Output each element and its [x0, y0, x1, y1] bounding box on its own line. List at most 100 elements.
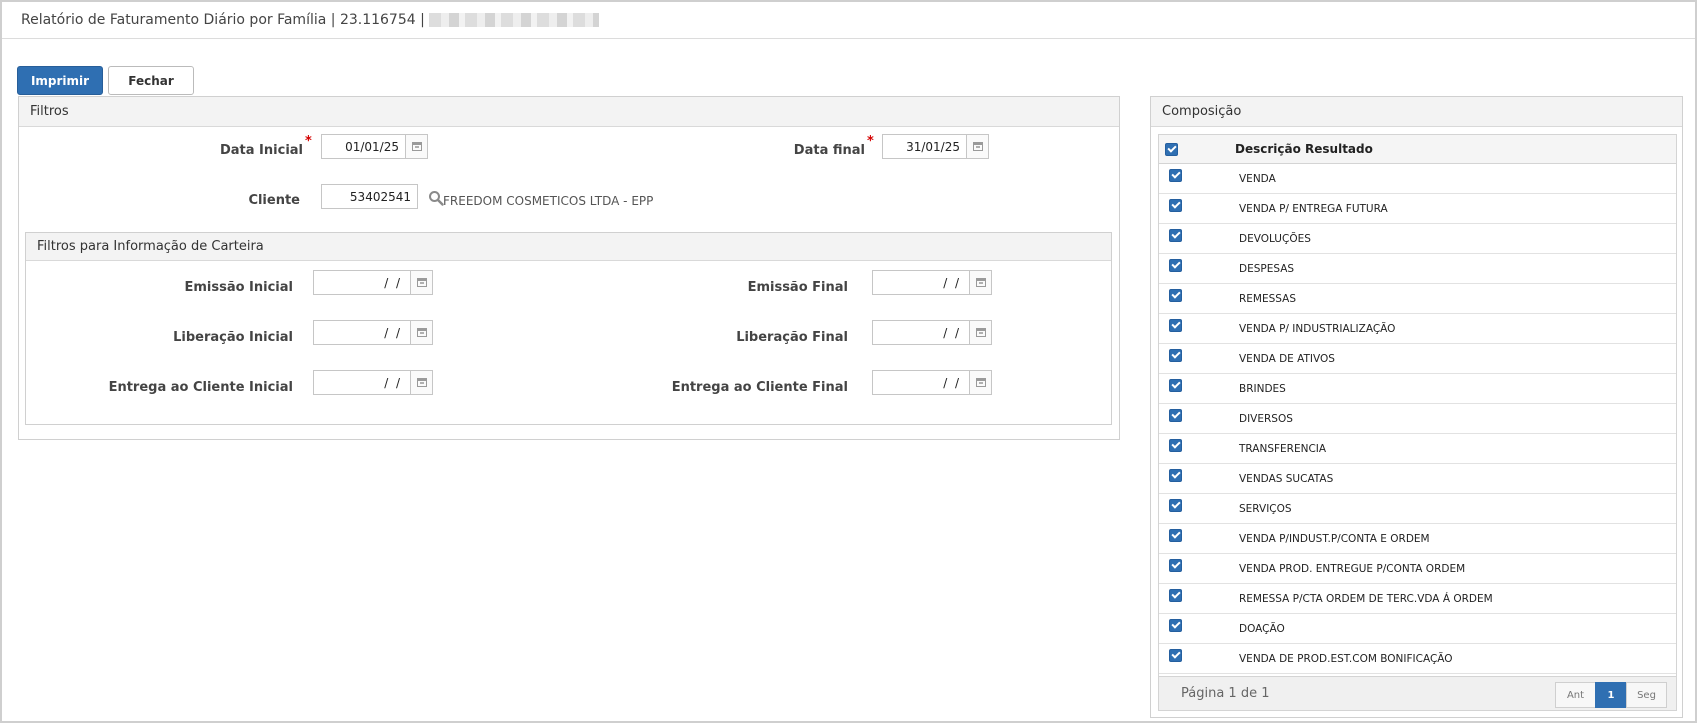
- close-button[interactable]: Fechar: [108, 66, 194, 95]
- row-checkbox[interactable]: [1169, 229, 1182, 242]
- emissao-inicial-field[interactable]: [313, 270, 433, 295]
- row-label: DOAÇÃO: [1239, 622, 1285, 635]
- table-row[interactable]: VENDA P/ ENTREGA FUTURA: [1159, 194, 1676, 224]
- window-title: Relatório de Faturamento Diário por Famí…: [21, 12, 425, 28]
- cliente-field[interactable]: [321, 184, 418, 209]
- row-checkbox[interactable]: [1169, 349, 1182, 362]
- row-label: VENDA PROD. ENTREGUE P/CONTA ORDEM: [1239, 562, 1466, 575]
- cliente-name: FREEDOM COSMETICOS LTDA - EPP: [443, 194, 654, 208]
- table-row[interactable]: VENDA PROD. ENTREGUE P/CONTA ORDEM: [1159, 554, 1676, 584]
- emissao-final-field[interactable]: [872, 270, 992, 295]
- next-page-button[interactable]: Seg: [1626, 682, 1667, 708]
- row-checkbox[interactable]: [1169, 589, 1182, 602]
- row-label: REMESSA P/CTA ORDEM DE TERC.VDA Á ORDEM: [1239, 592, 1493, 605]
- entrega-final-field[interactable]: [872, 370, 992, 395]
- table-row[interactable]: DIVERSOS: [1159, 404, 1676, 434]
- table-row[interactable]: DOAÇÃO: [1159, 614, 1676, 644]
- calendar-button[interactable]: [410, 321, 432, 344]
- table-row[interactable]: REMESSA P/CTA ORDEM DE TERC.VDA Á ORDEM: [1159, 584, 1676, 614]
- row-label: BRINDES: [1239, 382, 1286, 395]
- cliente-input[interactable]: [322, 185, 417, 208]
- calendar-button[interactable]: [410, 371, 432, 394]
- data-final-label: Data final: [793, 143, 865, 158]
- liberacao-final-input[interactable]: [873, 321, 969, 344]
- calendar-button[interactable]: [405, 135, 427, 158]
- calendar-icon: [416, 378, 427, 387]
- table-row[interactable]: VENDA: [1159, 164, 1676, 194]
- entrega-inicial-label: Entrega ao Cliente Inicial: [108, 380, 293, 395]
- cliente-label: Cliente: [248, 193, 300, 208]
- table-row[interactable]: VENDAS SUCATAS: [1159, 464, 1676, 494]
- row-checkbox[interactable]: [1169, 319, 1182, 332]
- row-checkbox[interactable]: [1169, 529, 1182, 542]
- row-checkbox[interactable]: [1169, 499, 1182, 512]
- liberacao-inicial-input[interactable]: [314, 321, 410, 344]
- emissao-inicial-input[interactable]: [314, 271, 410, 294]
- table-row[interactable]: VENDA P/ INDUSTRIALIZAÇÃO: [1159, 314, 1676, 344]
- table-row[interactable]: TRANSFERENCIA: [1159, 434, 1676, 464]
- entrega-final-label: Entrega ao Cliente Final: [671, 380, 848, 395]
- grid-pager: Página 1 de 1 Ant 1 Seg: [1159, 676, 1676, 710]
- calendar-icon: [416, 328, 427, 337]
- table-row[interactable]: DEVOLUÇÕES: [1159, 224, 1676, 254]
- calendar-button[interactable]: [969, 271, 991, 294]
- calendar-button[interactable]: [966, 135, 988, 158]
- row-label: DIVERSOS: [1239, 412, 1293, 425]
- emissao-final-input[interactable]: [873, 271, 969, 294]
- calendar-button[interactable]: [410, 271, 432, 294]
- table-row[interactable]: REMESSAS: [1159, 284, 1676, 314]
- row-checkbox[interactable]: [1169, 649, 1182, 662]
- liberacao-inicial-field[interactable]: [313, 320, 433, 345]
- row-label: TRANSFERENCIA: [1239, 442, 1327, 455]
- row-checkbox[interactable]: [1169, 259, 1182, 272]
- row-label: VENDA P/ ENTREGA FUTURA: [1239, 202, 1388, 215]
- row-label: VENDA DE PROD.EST.COM BONIFICAÇÃO: [1239, 652, 1453, 665]
- composicao-grid: Descrição Resultado VENDA VENDA P/ ENTREG…: [1158, 134, 1677, 711]
- composicao-panel-title: Composição: [1151, 97, 1682, 127]
- entrega-inicial-input[interactable]: [314, 371, 410, 394]
- grid-body: VENDA VENDA P/ ENTREGA FUTURA DEVOLUÇÕES DE…: [1159, 164, 1676, 674]
- filters-panel: Filtros Data Inicial * Data final * Clie…: [18, 96, 1120, 440]
- page-1-button[interactable]: 1: [1595, 682, 1627, 708]
- row-label: VENDA P/INDUST.P/CONTA E ORDEM: [1239, 532, 1430, 545]
- liberacao-final-label: Liberação Final: [736, 330, 848, 345]
- table-row[interactable]: VENDA P/INDUST.P/CONTA E ORDEM: [1159, 524, 1676, 554]
- calendar-button[interactable]: [969, 321, 991, 344]
- row-checkbox[interactable]: [1169, 439, 1182, 452]
- row-checkbox[interactable]: [1169, 619, 1182, 632]
- carteira-panel-title: Filtros para Informação de Carteira: [26, 233, 1111, 261]
- row-checkbox[interactable]: [1169, 169, 1182, 182]
- redacted-user-info: [428, 13, 599, 27]
- calendar-icon: [975, 378, 986, 387]
- data-inicial-input[interactable]: [322, 135, 405, 158]
- print-button[interactable]: Imprimir: [17, 66, 103, 95]
- row-checkbox[interactable]: [1169, 559, 1182, 572]
- row-checkbox[interactable]: [1169, 199, 1182, 212]
- table-row[interactable]: DESPESAS: [1159, 254, 1676, 284]
- liberacao-final-field[interactable]: [872, 320, 992, 345]
- row-label: SERVIÇOS: [1239, 502, 1292, 515]
- select-all-checkbox[interactable]: [1165, 142, 1178, 156]
- calendar-button[interactable]: [969, 371, 991, 394]
- row-checkbox[interactable]: [1169, 409, 1182, 422]
- composicao-panel: Composição Descrição Resultado VENDA VEND…: [1150, 96, 1683, 718]
- search-icon[interactable]: [428, 190, 444, 206]
- row-label: VENDA DE ATIVOS: [1239, 352, 1335, 365]
- table-row[interactable]: VENDA DE ATIVOS: [1159, 344, 1676, 374]
- row-checkbox[interactable]: [1169, 289, 1182, 302]
- row-label: DEVOLUÇÕES: [1239, 232, 1311, 245]
- table-row[interactable]: SERVIÇOS: [1159, 494, 1676, 524]
- data-inicial-label: Data Inicial: [219, 143, 303, 158]
- calendar-icon: [975, 328, 986, 337]
- table-row[interactable]: BRINDES: [1159, 374, 1676, 404]
- table-row[interactable]: VENDA DE PROD.EST.COM BONIFICAÇÃO: [1159, 644, 1676, 674]
- entrega-final-input[interactable]: [873, 371, 969, 394]
- data-final-field[interactable]: [882, 134, 989, 159]
- entrega-inicial-field[interactable]: [313, 370, 433, 395]
- prev-page-button[interactable]: Ant: [1555, 682, 1596, 708]
- calendar-icon: [416, 278, 427, 287]
- data-inicial-field[interactable]: [321, 134, 428, 159]
- data-final-input[interactable]: [883, 135, 966, 158]
- row-checkbox[interactable]: [1169, 469, 1182, 482]
- row-checkbox[interactable]: [1169, 379, 1182, 392]
